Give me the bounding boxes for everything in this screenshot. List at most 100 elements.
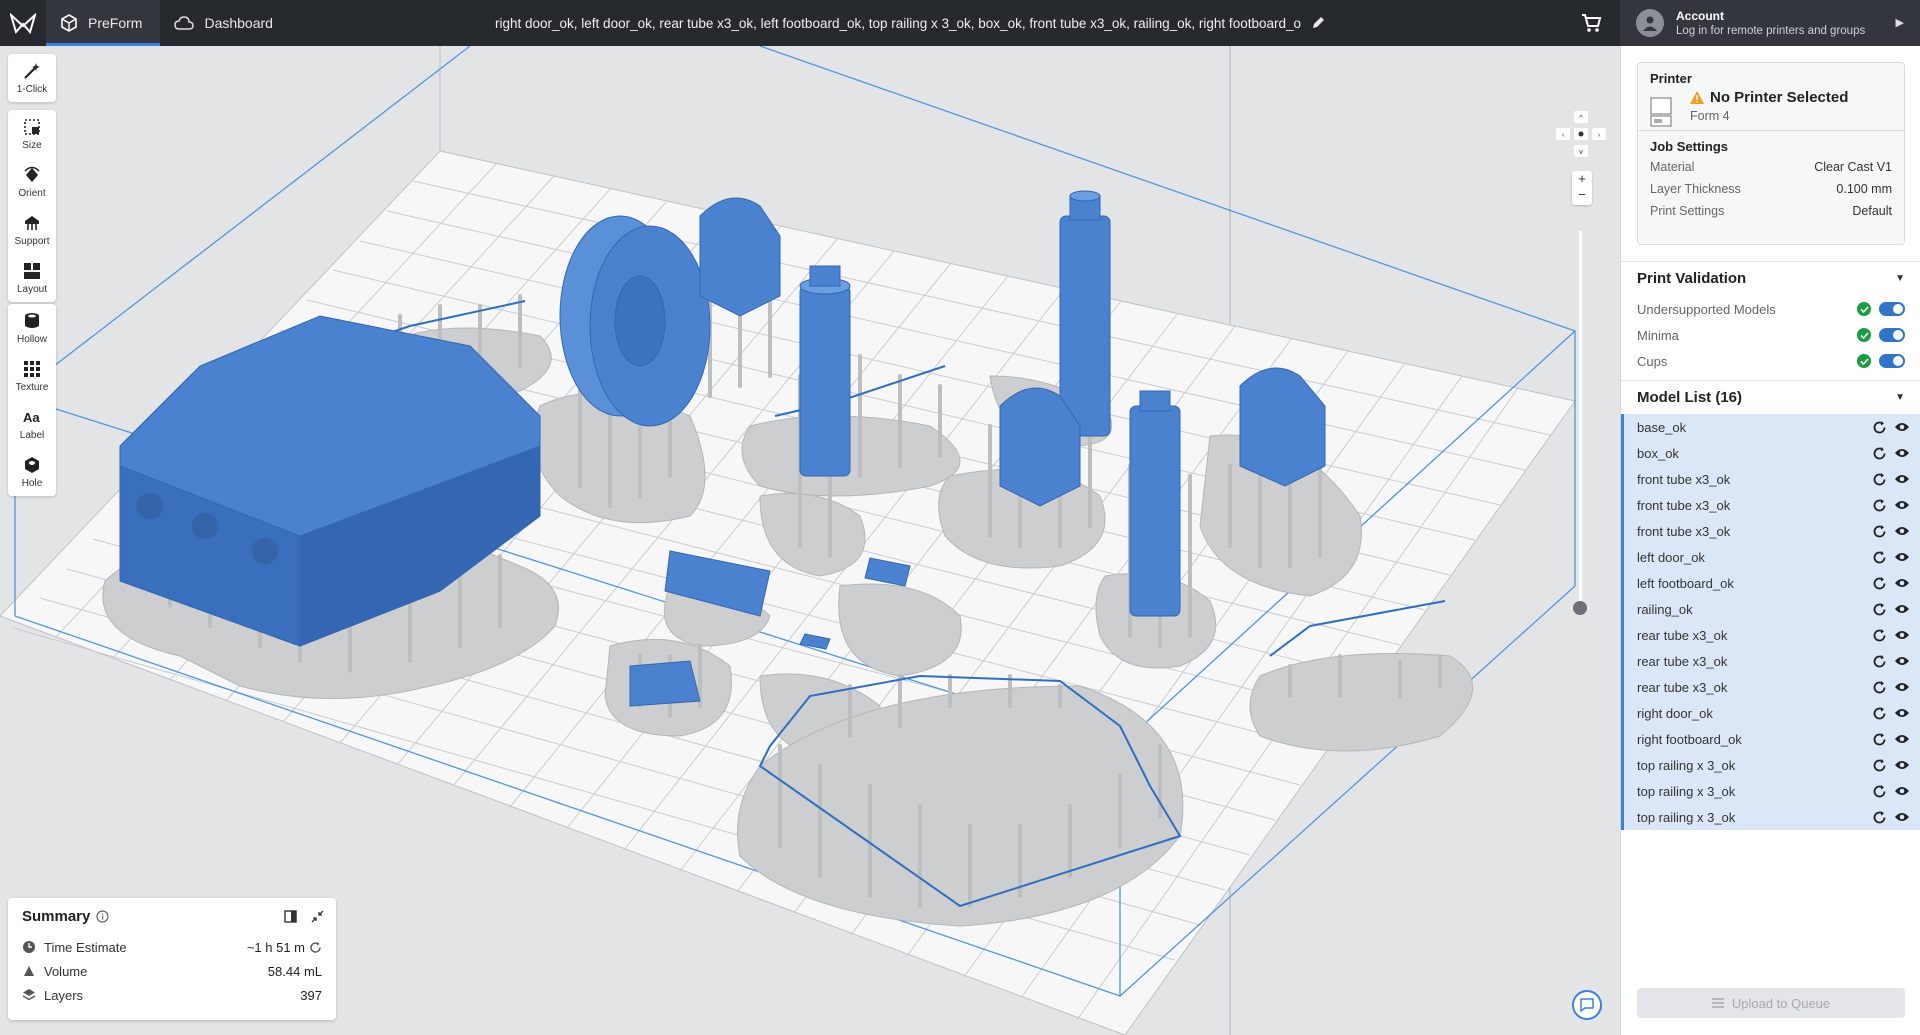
hole-icon (25, 457, 39, 473)
eye-icon[interactable] (1894, 551, 1910, 563)
account-button[interactable]: Account Log in for remote printers and g… (1620, 0, 1920, 46)
eye-icon[interactable] (1894, 759, 1910, 771)
eye-icon[interactable] (1894, 577, 1910, 589)
eye-icon[interactable] (1894, 733, 1910, 745)
tool-hole[interactable]: Hole (8, 448, 56, 496)
list-item[interactable]: right door_ok (1624, 700, 1920, 726)
refresh-icon[interactable] (1872, 680, 1887, 695)
refresh-icon[interactable] (1872, 524, 1887, 539)
summary-label: Layers (44, 987, 84, 1003)
refresh-icon[interactable] (1872, 810, 1887, 825)
tool-label: Orient (18, 188, 46, 199)
tool-orient[interactable]: Orient (8, 158, 56, 206)
upload-to-queue-button[interactable]: Upload to Queue (1637, 988, 1905, 1018)
collapse-icon[interactable] (311, 910, 324, 923)
model-name: top railing x 3_ok (1637, 757, 1736, 773)
tool-1-click[interactable]: 1-Click (8, 54, 56, 102)
tab-dashboard[interactable]: Dashboard (160, 0, 291, 46)
refresh-icon[interactable] (1872, 758, 1887, 773)
list-item[interactable]: left door_ok (1624, 544, 1920, 570)
list-item[interactable]: rear tube x3_ok (1624, 648, 1920, 674)
zoom-in-button[interactable]: + (1572, 171, 1592, 187)
refresh-icon[interactable] (1872, 628, 1887, 643)
eye-icon[interactable] (1894, 473, 1910, 485)
feedback-button[interactable] (1572, 990, 1602, 1020)
eye-icon[interactable] (1894, 681, 1910, 693)
document-title[interactable]: right door_ok, left door_ok, rear tube x… (495, 0, 1325, 46)
refresh-icon[interactable] (1872, 654, 1887, 669)
account-title: Account (1676, 9, 1724, 23)
model-name: front tube x3_ok (1637, 523, 1731, 539)
3d-viewport[interactable]: 1-Click Size Orient Support Layout Hollo… (0, 46, 1620, 1035)
clock-icon (23, 941, 35, 953)
list-item[interactable]: rear tube x3_ok (1624, 622, 1920, 648)
list-item[interactable]: right footboard_ok (1624, 726, 1920, 752)
tool-layout[interactable]: Layout (8, 254, 56, 302)
tool-label: Hole (21, 478, 43, 489)
label-icon: Aa (23, 410, 40, 425)
edit-pencil-icon[interactable] (1311, 16, 1325, 30)
validation-toggle[interactable] (1879, 302, 1905, 316)
tool-label: Label (19, 430, 45, 441)
refresh-icon[interactable] (1872, 732, 1887, 747)
list-item[interactable]: top railing x 3_ok (1624, 778, 1920, 804)
list-item[interactable]: railing_ok (1624, 596, 1920, 622)
list-item[interactable]: front tube x3_ok (1624, 518, 1920, 544)
refresh-icon[interactable] (1872, 576, 1887, 591)
validation-toggle[interactable] (1879, 328, 1905, 342)
check-icon (1857, 354, 1871, 368)
refresh-icon[interactable] (309, 941, 322, 954)
list-item[interactable]: rear tube x3_ok (1624, 674, 1920, 700)
list-item[interactable]: box_ok (1624, 440, 1920, 466)
panel-toggle-icon[interactable] (284, 910, 297, 923)
model-name: right footboard_ok (1637, 731, 1742, 747)
eye-icon[interactable] (1894, 603, 1910, 615)
cart-icon[interactable] (1580, 12, 1602, 34)
tool-hollow[interactable]: Hollow (8, 304, 56, 352)
tool-size[interactable]: Size (8, 110, 56, 158)
eye-icon[interactable] (1894, 655, 1910, 667)
tool-label: Layout (16, 284, 48, 295)
eye-icon[interactable] (1894, 499, 1910, 511)
formlabs-logo-icon[interactable] (0, 0, 46, 46)
layer-slider-track[interactable] (1579, 231, 1582, 611)
tool-texture[interactable]: Texture (8, 352, 56, 400)
tab-preform[interactable]: PreForm (46, 0, 161, 46)
magic-wand-icon (24, 63, 40, 79)
tool-support[interactable]: Support (8, 206, 56, 254)
model-list-header[interactable]: Model List (16) ▼ (1621, 380, 1920, 414)
list-item[interactable]: base_ok (1624, 414, 1920, 440)
refresh-icon[interactable] (1872, 602, 1887, 617)
refresh-icon[interactable] (1872, 784, 1887, 799)
list-item[interactable]: front tube x3_ok (1624, 466, 1920, 492)
refresh-icon[interactable] (1872, 550, 1887, 565)
refresh-icon[interactable] (1872, 472, 1887, 487)
job-setting-label: Print Settings (1650, 204, 1725, 218)
tool-label[interactable]: Aa Label (8, 400, 56, 448)
printer-card[interactable]: Printer No Printer Selected Form 4 Job S… (1637, 62, 1905, 245)
job-setting-value: 0.100 mm (1836, 182, 1892, 196)
info-icon[interactable] (96, 910, 109, 923)
list-item[interactable]: top railing x 3_ok (1624, 752, 1920, 778)
eye-icon[interactable] (1894, 811, 1910, 823)
list-item[interactable]: left footboard_ok (1624, 570, 1920, 596)
list-item[interactable]: top railing x 3_ok (1624, 804, 1920, 830)
printer-section-label: Printer (1650, 71, 1692, 86)
eye-icon[interactable] (1894, 707, 1910, 719)
validation-toggle[interactable] (1879, 354, 1905, 368)
zoom-out-button[interactable]: − (1572, 187, 1592, 203)
view-navigation-pad[interactable]: ^ v ‹ › (1556, 111, 1606, 157)
refresh-icon[interactable] (1872, 446, 1887, 461)
refresh-icon[interactable] (1872, 706, 1887, 721)
eye-icon[interactable] (1894, 629, 1910, 641)
list-item[interactable]: front tube x3_ok (1624, 492, 1920, 518)
eye-icon[interactable] (1894, 785, 1910, 797)
refresh-icon[interactable] (1872, 498, 1887, 513)
eye-icon[interactable] (1894, 421, 1910, 433)
layer-slider-handle[interactable] (1573, 601, 1587, 615)
refresh-icon[interactable] (1872, 420, 1887, 435)
print-validation-header[interactable]: Print Validation ▼ (1621, 261, 1920, 295)
eye-icon[interactable] (1894, 525, 1910, 537)
tool-label: Texture (15, 382, 49, 393)
eye-icon[interactable] (1894, 447, 1910, 459)
